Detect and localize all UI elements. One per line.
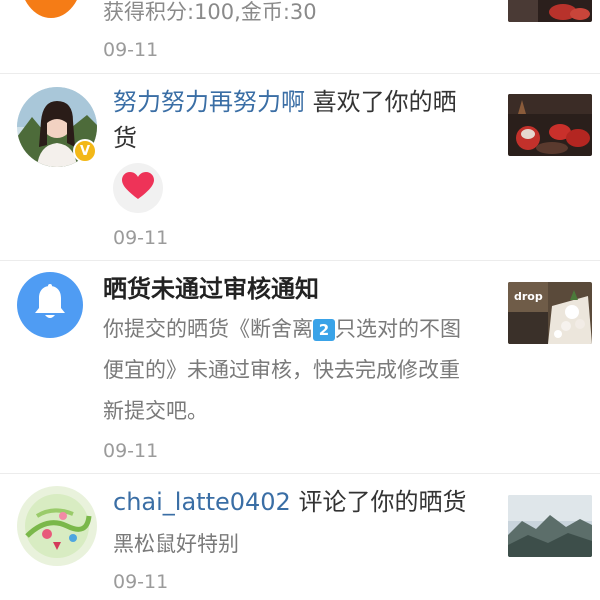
thumbnail-brand-text: drop [514,290,543,303]
action-text: 评论了你的晒货 [290,488,467,516]
verified-badge-icon: V [73,139,97,163]
heart-icon [122,172,154,204]
notification-date: 09-11 [103,39,159,61]
notification-date: 09-11 [113,227,169,249]
notification-item-1[interactable]: 获得积分:100,金币:30 09-11 [0,0,600,73]
action-text: 喜欢了你的晒 [305,88,457,116]
notification-title-cont: 货 [113,124,137,152]
body-line-3: 新提交吧。 [103,399,208,423]
post-thumbnail[interactable] [508,0,592,22]
notification-body: 你提交的晒货《断舍离 2 只选对的不图 便宜的》未通过审核，快去完成修改重 新提交吧… [103,309,488,432]
avatar-orange[interactable] [20,0,82,18]
avatar[interactable] [17,486,97,566]
bell-icon [32,284,68,326]
post-thumbnail[interactable] [508,495,592,557]
system-notice-avatar [17,272,83,338]
notification-title: 努力努力再努力啊 喜欢了你的晒 [113,84,457,120]
like-button[interactable] [113,163,163,213]
notification-date: 09-11 [103,440,159,462]
notification-title: chai_latte0402 评论了你的晒货 [113,484,466,520]
body-line-2: 便宜的》未通过审核，快去完成修改重 [103,358,460,382]
notification-title: 晒货未通过审核通知 [103,275,319,303]
username-link[interactable]: 努力努力再努力啊 [113,88,305,116]
comment-text: 黑松鼠好特别 [113,532,239,556]
post-thumbnail[interactable]: drop [508,282,592,344]
number-2-emoji: 2 [313,319,335,341]
notification-subtitle: 获得积分:100,金币:30 [103,0,317,24]
body-line-1: 你提交的晒货《断舍离 2 只选对的不图 [103,317,461,341]
post-thumbnail[interactable] [508,94,592,156]
username-link[interactable]: chai_latte0402 [113,488,291,516]
notification-date: 09-11 [113,571,169,593]
